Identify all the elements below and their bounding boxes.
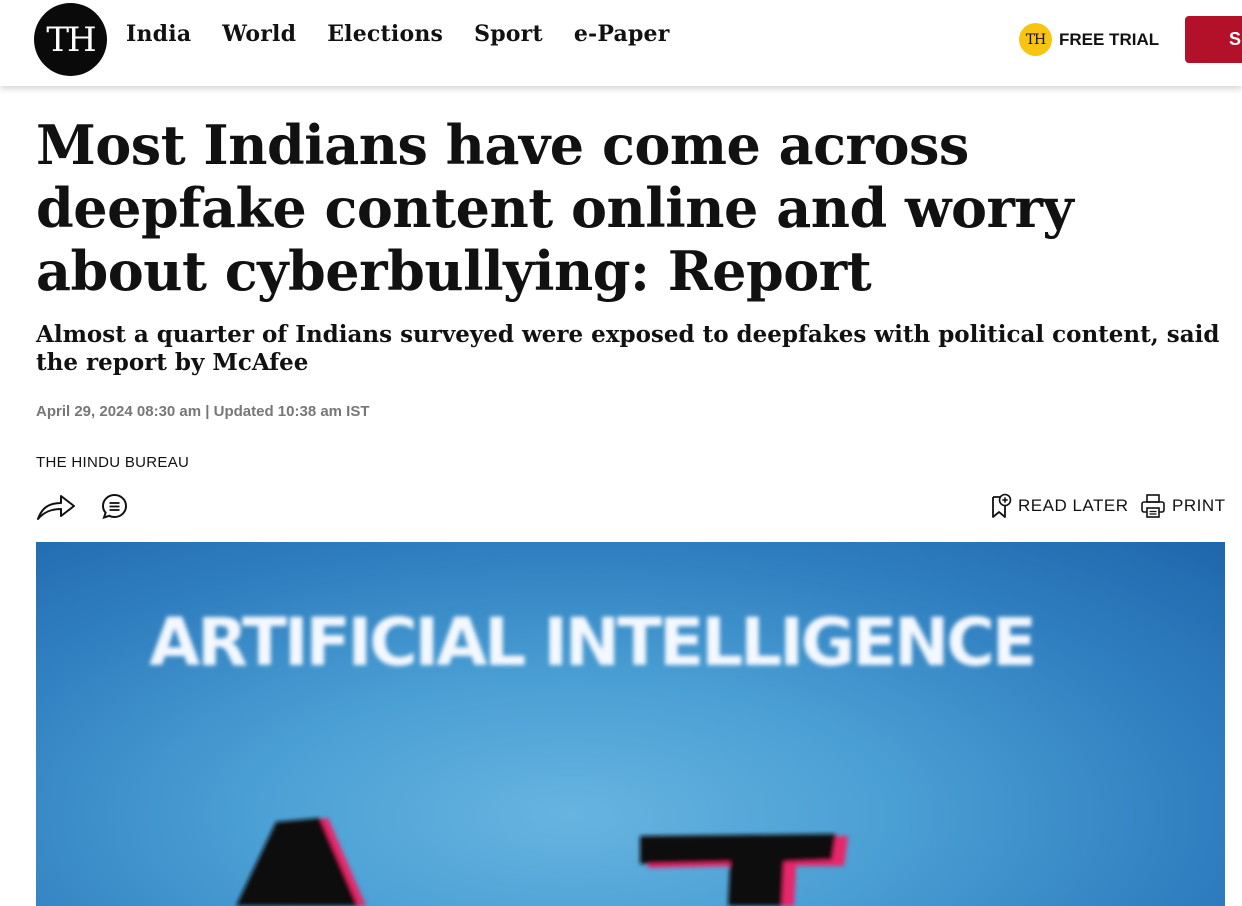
nav-elections[interactable]: Elections xyxy=(327,21,443,47)
nav-epaper[interactable]: e-Paper xyxy=(574,21,670,47)
article-dateline: April 29, 2024 08:30 am | Updated 10:38 … xyxy=(36,403,370,420)
printer-icon xyxy=(1141,494,1165,518)
print-button[interactable]: PRINT xyxy=(1140,493,1226,519)
th-badge-icon: TH xyxy=(1019,23,1052,56)
article-hero-image: ARTIFICIAL INTELLIGENCE xyxy=(36,542,1225,906)
nav-india[interactable]: India xyxy=(126,21,191,47)
free-trial-link[interactable]: TH FREE TRIAL xyxy=(1019,23,1159,56)
the-hindu-logo[interactable]: TH xyxy=(34,3,107,76)
free-trial-label: FREE TRIAL xyxy=(1059,29,1160,49)
read-later-button[interactable]: READ LATER xyxy=(990,493,1129,519)
top-navigation-bar: TH India World Elections Sport e-Paper T… xyxy=(0,0,1242,86)
bookmark-add-icon xyxy=(992,493,1012,518)
article-headline: Most Indians have come across deepfake c… xyxy=(36,113,1074,303)
subscribe-button[interactable]: SU xyxy=(1185,16,1242,63)
nav-world[interactable]: World xyxy=(222,21,296,47)
share-icon[interactable] xyxy=(36,492,76,522)
article-subheadline: Almost a quarter of Indians surveyed wer… xyxy=(36,321,1220,376)
main-nav: India World Elections Sport e-Paper xyxy=(126,21,670,47)
comment-icon[interactable] xyxy=(101,493,128,520)
nav-sport[interactable]: Sport xyxy=(474,21,543,47)
print-label: PRINT xyxy=(1172,496,1226,515)
read-later-label: READ LATER xyxy=(1018,496,1129,515)
hero-ai-letters-shape xyxy=(236,818,848,906)
article-author[interactable]: THE HINDU BUREAU xyxy=(36,454,189,471)
